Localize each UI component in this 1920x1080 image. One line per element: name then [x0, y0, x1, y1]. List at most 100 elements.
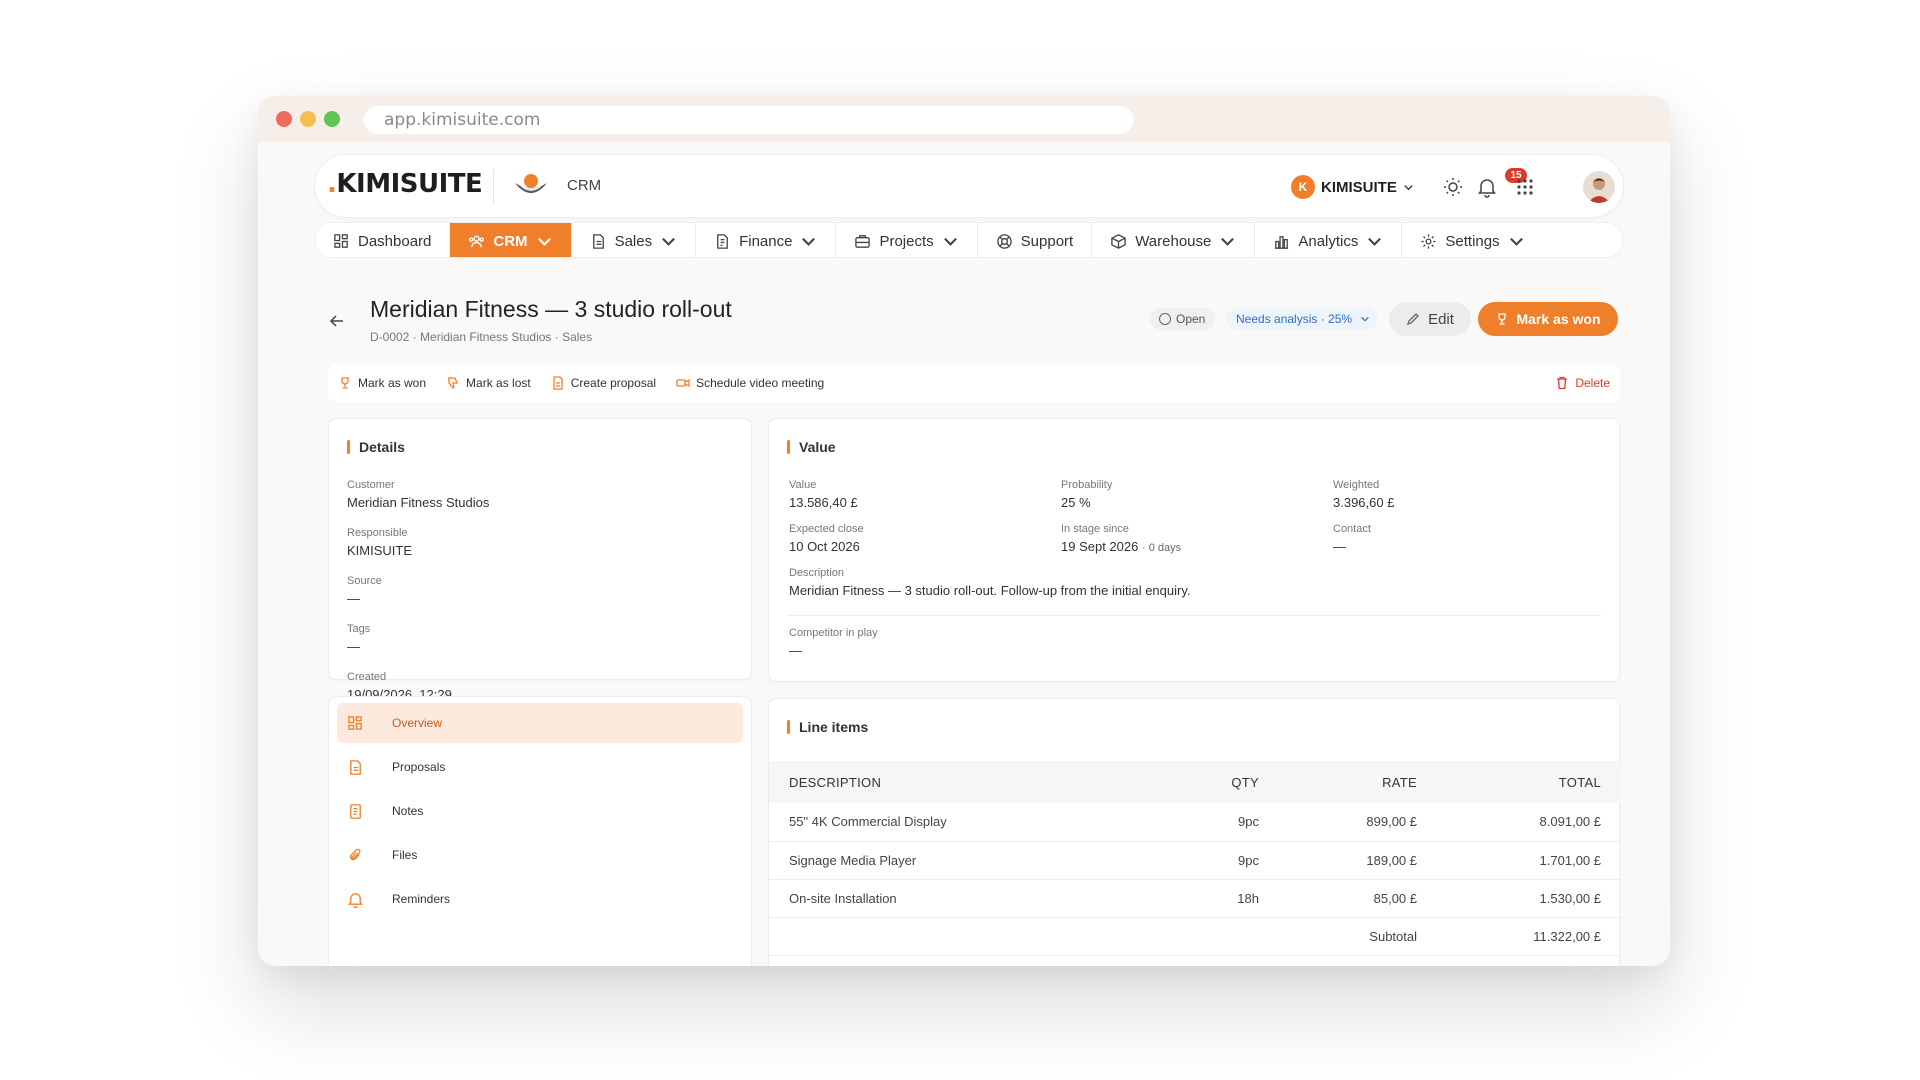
created-label: Created	[347, 671, 387, 683]
responsible-value: KIMISUITE	[347, 543, 413, 558]
expected-close-value: 10 Oct 2026	[789, 539, 860, 554]
item-rate: 899,00 £	[1259, 803, 1417, 842]
source-value: —	[347, 591, 360, 606]
user-avatar[interactable]	[1583, 171, 1615, 203]
weighted-value: 3.396,60 £	[1333, 495, 1395, 510]
chevron-down-icon	[1509, 237, 1523, 246]
item-total: 1.701,00 £	[1417, 841, 1621, 880]
expected-close-label: Expected close	[789, 523, 864, 535]
thumbs-down-icon	[448, 377, 458, 389]
document-icon	[553, 376, 563, 390]
chevron-down-icon	[802, 237, 816, 246]
menu-item-notes[interactable]: Notes	[337, 791, 743, 831]
source-label: Source	[347, 575, 382, 587]
create-proposal-action[interactable]: Create proposal	[551, 376, 656, 390]
probability-value: 25 %	[1061, 495, 1091, 510]
page-title: Meridian Fitness — 3 studio roll-out	[370, 296, 732, 322]
org-avatar: K	[1291, 175, 1315, 199]
edit-button[interactable]: Edit	[1389, 302, 1471, 336]
menu-item-files[interactable]: Files	[337, 835, 743, 875]
column-header-rate: RATE	[1259, 761, 1417, 803]
browser-window: app.kimisuite.com .KIMISUITE CRM K KIMIS…	[258, 96, 1670, 966]
value-card-title: Value	[787, 439, 836, 455]
contact-label: Contact	[1333, 523, 1371, 535]
maximize-window-button[interactable]	[324, 111, 340, 127]
responsible-label: Responsible	[347, 527, 408, 539]
document-icon	[592, 233, 604, 249]
bell-icon	[348, 892, 363, 908]
trophy-icon	[341, 377, 349, 389]
weighted-label: Weighted	[1333, 479, 1380, 491]
gear-icon	[1421, 233, 1436, 249]
item-description: On-site Installation	[769, 879, 1149, 918]
value-label: Value	[789, 479, 817, 491]
menu-item-overview[interactable]: Overview	[337, 703, 743, 743]
deal-actions-bar: Mark as won Mark as lost Create proposal…	[328, 364, 1620, 402]
mark-won-action[interactable]: Mark as won	[338, 376, 426, 390]
menu-item-proposals[interactable]: Proposals	[337, 747, 743, 787]
column-header-description: DESCRIPTION	[769, 761, 1149, 803]
stage-since-label: In stage since	[1061, 523, 1129, 535]
nav-item-settings[interactable]: Settings	[1402, 223, 1542, 257]
address-bar[interactable]: app.kimisuite.com	[364, 106, 1134, 134]
details-card: Details Customer Meridian Fitness Studio…	[328, 418, 752, 702]
mark-lost-action[interactable]: Mark as lost	[446, 376, 531, 390]
line-items-card: Line items DESCRIPTION QTY RATE TOTAL 55…	[768, 698, 1621, 966]
apps-grid-icon[interactable]	[1513, 175, 1537, 199]
mark-as-won-button[interactable]: Mark as won	[1478, 302, 1618, 336]
item-total: 8.091,00 £	[1417, 803, 1621, 842]
nav-item-dashboard[interactable]: Dashboard	[315, 223, 451, 257]
trash-icon	[1557, 376, 1568, 390]
sun-icon[interactable]	[1441, 175, 1465, 199]
bell-icon[interactable]	[1475, 175, 1499, 199]
chevron-down-icon	[1361, 316, 1369, 322]
value-amount: 13.586,40 £	[789, 495, 858, 510]
table-row[interactable]: On-site Installation 18h 85,00 £ 1.530,0…	[769, 879, 1621, 918]
item-rate: 85,00 £	[1259, 879, 1417, 918]
nav-item-sales[interactable]: Sales	[572, 223, 697, 257]
table-row[interactable]: 55" 4K Commercial Display 9pc 899,00 £ 8…	[769, 803, 1621, 842]
nav-item-finance[interactable]: Finance	[696, 223, 837, 257]
customer-label: Customer	[347, 479, 395, 491]
probability-label: Probability	[1061, 479, 1113, 491]
item-total: 1.530,00 £	[1417, 879, 1621, 918]
users-icon	[469, 235, 485, 247]
line-items-table: DESCRIPTION QTY RATE TOTAL 55" 4K Commer…	[769, 761, 1621, 956]
item-qty: 18h	[1149, 879, 1259, 918]
competitor-value: —	[789, 643, 802, 658]
value-card: Value Value 13.586,40 £ Probability 25 %…	[768, 418, 1620, 682]
nav-item-projects[interactable]: Projects	[836, 223, 978, 257]
tags-label: Tags	[347, 623, 371, 635]
schedule-meeting-action[interactable]: Schedule video meeting	[676, 376, 824, 390]
nav-item-analytics[interactable]: Analytics	[1255, 223, 1403, 257]
organization-switcher[interactable]: K KIMISUITE	[1291, 175, 1414, 199]
briefcase-icon	[855, 234, 871, 248]
nav-item-crm[interactable]: CRM	[450, 223, 572, 257]
nav-item-support[interactable]: Support	[978, 223, 1093, 257]
breadcrumb: D-0002 · Meridian Fitness Studios · Sale…	[370, 330, 593, 344]
back-arrow-icon[interactable]	[328, 312, 346, 330]
customer-value[interactable]: Meridian Fitness Studios	[347, 495, 489, 510]
menu-item-reminders[interactable]: Reminders	[337, 879, 743, 919]
main-navigation: Dashboard CRM Sales Finance Projects Sup…	[314, 222, 1624, 258]
column-header-total: TOTAL	[1417, 761, 1621, 803]
video-icon	[676, 378, 690, 388]
table-row[interactable]: Signage Media Player 9pc 189,00 £ 1.701,…	[769, 841, 1621, 880]
description-value: Meridian Fitness — 3 studio roll-out. Fo…	[789, 583, 1191, 598]
close-window-button[interactable]	[276, 111, 292, 127]
table-header-row: DESCRIPTION QTY RATE TOTAL	[769, 761, 1621, 803]
chevron-down-icon	[537, 237, 551, 246]
stage-since-value: 19 Sept 2026 · 0 days	[1061, 539, 1182, 554]
browser-titlebar: app.kimisuite.com	[258, 96, 1670, 142]
kimisuite-logo[interactable]: .KIMISUITE	[327, 169, 483, 199]
subtotal-row: Subtotal 11.322,00 £	[769, 917, 1621, 956]
invoice-icon	[717, 233, 728, 249]
nav-item-warehouse[interactable]: Warehouse	[1092, 223, 1256, 257]
delete-action[interactable]: Delete	[1555, 376, 1610, 390]
notes-icon	[350, 803, 361, 819]
overview-icon	[348, 715, 362, 730]
app-header: .KIMISUITE CRM K KIMISUITE 15	[314, 154, 1624, 218]
chevron-down-icon	[662, 237, 676, 246]
stage-selector[interactable]: Needs analysis · 25%	[1226, 308, 1379, 330]
minimize-window-button[interactable]	[300, 111, 316, 127]
